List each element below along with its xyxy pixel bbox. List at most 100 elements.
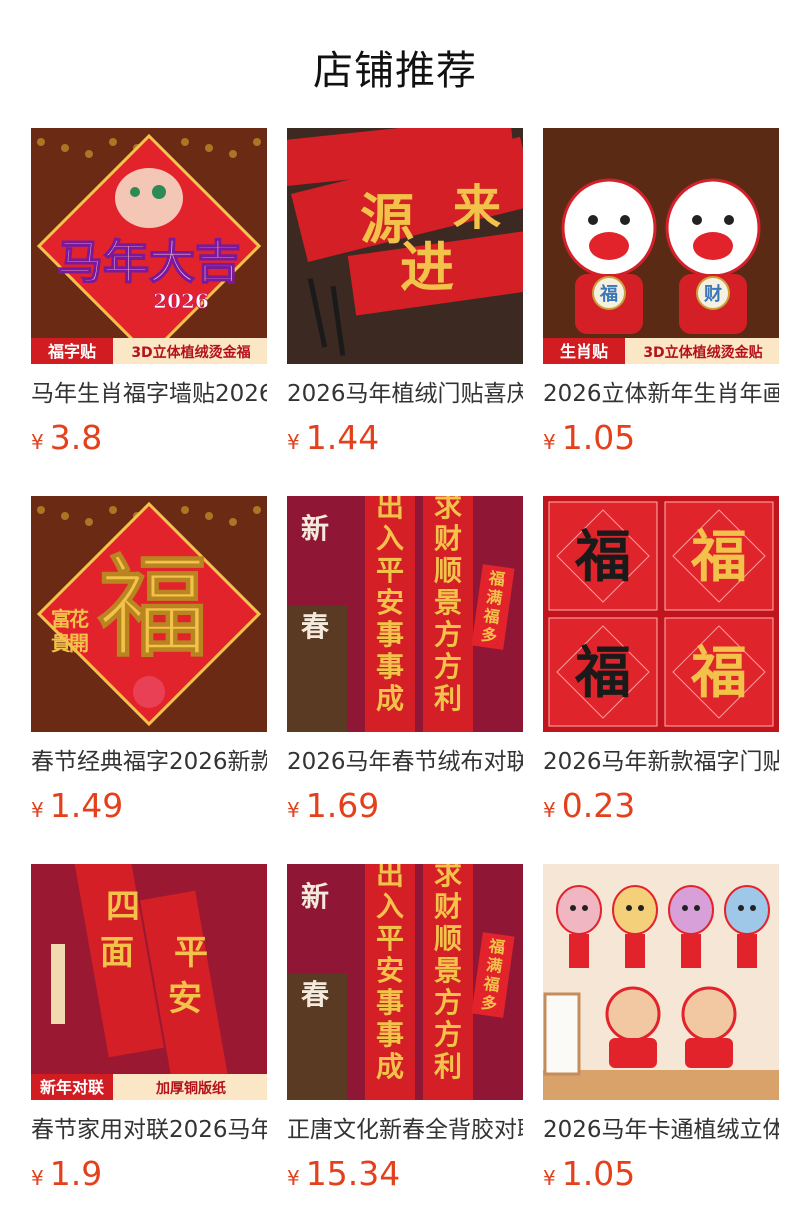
product-price: ¥1.05 (543, 1154, 635, 1194)
svg-text:面: 面 (100, 933, 134, 973)
product-price: ¥1.9 (31, 1154, 102, 1194)
svg-text:福: 福 (487, 936, 506, 957)
price-value: 3.8 (49, 418, 103, 457)
product-image[interactable] (543, 864, 779, 1100)
product-name[interactable]: 2026马年植绒门贴喜庆 (287, 378, 523, 410)
product-price: ¥3.8 (31, 418, 102, 458)
svg-text:满: 满 (485, 955, 504, 976)
svg-text:方: 方 (434, 986, 462, 1019)
product-card[interactable]: 新春 出入平安事事成 求财顺景方方利 福满福多正唐文化新春全背胶对联 ¥15.34 (287, 864, 523, 1204)
price-value: 1.05 (561, 1154, 636, 1193)
product-price: ¥1.69 (287, 786, 379, 826)
svg-text:平: 平 (376, 922, 404, 955)
svg-text:利: 利 (434, 682, 462, 715)
product-image-art: 新春 出入平安事事成 求财顺景方方利 福满福多 (287, 864, 523, 1100)
product-image[interactable]: 新春 出入平安事事成 求财顺景方方利 福满福多 (287, 496, 523, 732)
product-card[interactable]: 源进来 2026马年植绒门贴喜庆 ¥1.44 (287, 128, 523, 468)
svg-text:福: 福 (574, 640, 631, 706)
price-value: 1.49 (49, 786, 124, 825)
currency-symbol: ¥ (543, 1166, 556, 1190)
svg-text:成: 成 (376, 682, 404, 715)
svg-text:顺: 顺 (434, 922, 462, 955)
svg-text:富: 富 (51, 607, 71, 631)
product-card[interactable]: 四面平安新年对联 加厚铜版纸 春节家用对联2026马年 ¥1.9 (31, 864, 267, 1204)
product-card[interactable]: 福 财生肖贴 3D立体植绒烫金贴 2026立体新年生肖年画 ¥1.05 (543, 128, 779, 468)
svg-text:福: 福 (574, 524, 631, 590)
image-tag-left: 新年对联 (40, 1078, 104, 1097)
svg-text:安: 安 (168, 979, 202, 1019)
image-tag-right: 3D立体植绒烫金贴 (643, 344, 762, 361)
product-name[interactable]: 马年生肖福字墙贴2026 (31, 378, 267, 410)
svg-text:财: 财 (704, 283, 722, 305)
product-image[interactable]: 福花開富貴 (31, 496, 267, 732)
svg-text:入: 入 (376, 890, 404, 923)
svg-text:四: 四 (106, 887, 140, 927)
svg-text:财: 财 (434, 522, 462, 555)
image-tag-right: 3D立体植绒烫金福 (131, 344, 250, 361)
product-card[interactable]: 2026马年卡通植绒立体贴 ¥1.05 (543, 864, 779, 1204)
product-image-art: 源进来 (287, 128, 523, 364)
product-name[interactable]: 春节经典福字2026新款 (31, 746, 267, 778)
svg-text:新: 新 (301, 512, 329, 545)
svg-text:事: 事 (376, 986, 404, 1019)
svg-text:事: 事 (376, 618, 404, 651)
svg-text:平: 平 (376, 554, 404, 587)
product-image[interactable]: 马年大吉 2026 福字贴 3D立体植绒烫金福 (31, 128, 267, 364)
product-name[interactable]: 2026立体新年生肖年画 (543, 378, 779, 410)
svg-text:福: 福 (487, 568, 506, 589)
product-image[interactable]: 福 财生肖贴 3D立体植绒烫金贴 (543, 128, 779, 364)
product-price: ¥0.23 (543, 786, 635, 826)
image-tag-left: 生肖贴 (560, 342, 608, 361)
svg-text:利: 利 (434, 1050, 462, 1083)
section-title: 店铺推荐 (313, 48, 477, 94)
product-name[interactable]: 2026马年卡通植绒立体贴 (543, 1114, 779, 1146)
svg-text:安: 安 (376, 954, 404, 987)
svg-text:福: 福 (690, 524, 747, 590)
product-image[interactable]: 四面平安新年对联 加厚铜版纸 (31, 864, 267, 1100)
product-image-art (543, 864, 779, 1100)
svg-text:新: 新 (301, 880, 329, 913)
svg-text:貴: 貴 (51, 631, 71, 655)
product-image-art: 福 财生肖贴 3D立体植绒烫金贴 (543, 128, 779, 364)
product-image-art: 马年大吉2026 福字贴 3D立体植绒烫金福 (31, 128, 267, 364)
svg-text:福: 福 (481, 974, 500, 995)
product-name[interactable]: 2026马年新款福字门贴 (543, 746, 779, 778)
product-price: ¥1.49 (31, 786, 123, 826)
svg-text:进: 进 (400, 235, 454, 299)
price-value: 1.9 (49, 1154, 103, 1193)
product-name[interactable]: 2026马年春节绒布对联 (287, 746, 523, 778)
product-card[interactable]: 福花開富貴春节经典福字2026新款 ¥1.49 (31, 496, 267, 836)
product-card[interactable]: 新春 出入平安事事成 求财顺景方方利 福满福多 2026马年春节绒布对联 ¥1.69 (287, 496, 523, 836)
product-image-art: 福花開富貴 (31, 496, 267, 732)
svg-text:安: 安 (376, 586, 404, 619)
currency-symbol: ¥ (543, 430, 556, 454)
product-image-art: 福福福福 (543, 496, 779, 732)
svg-text:来: 来 (453, 180, 501, 236)
svg-text:入: 入 (376, 522, 404, 555)
product-grid: 马年大吉 2026 福字贴 3D立体植绒烫金福 马年生肖福字墙贴2026 ¥3.8 源进来 2… (31, 128, 779, 1228)
product-price: ¥15.34 (287, 1154, 400, 1194)
image-text: 马年大吉 (57, 235, 241, 289)
product-card[interactable]: 马年大吉 2026 福字贴 3D立体植绒烫金福 马年生肖福字墙贴2026 ¥3.8 (31, 128, 267, 468)
product-image-art: 新春 出入平安事事成 求财顺景方方利 福满福多 (287, 496, 523, 732)
currency-symbol: ¥ (287, 430, 300, 454)
svg-text:出: 出 (376, 864, 404, 891)
image-tag-right: 加厚铜版纸 (155, 1080, 226, 1097)
product-price: ¥1.44 (287, 418, 379, 458)
svg-text:景: 景 (434, 586, 462, 619)
product-name[interactable]: 正唐文化新春全背胶对联 (287, 1114, 523, 1146)
svg-text:春: 春 (301, 610, 329, 643)
svg-text:方: 方 (434, 618, 462, 651)
product-card[interactable]: 福福福福 2026马年新款福字门贴 ¥0.23 (543, 496, 779, 836)
price-value: 1.05 (561, 418, 636, 457)
image-tag-left: 福字贴 (47, 342, 96, 361)
product-image-art: 四面 平安新年对联 加厚铜版纸 (31, 864, 267, 1100)
svg-text:福: 福 (599, 283, 618, 305)
product-image[interactable]: 新春 出入平安事事成 求财顺景方方利 福满福多 (287, 864, 523, 1100)
svg-text:求: 求 (434, 864, 462, 891)
product-image[interactable]: 福福福福 (543, 496, 779, 732)
product-image[interactable]: 源进来 (287, 128, 523, 364)
currency-symbol: ¥ (31, 430, 44, 454)
product-name[interactable]: 春节家用对联2026马年 (31, 1114, 267, 1146)
currency-symbol: ¥ (287, 798, 300, 822)
